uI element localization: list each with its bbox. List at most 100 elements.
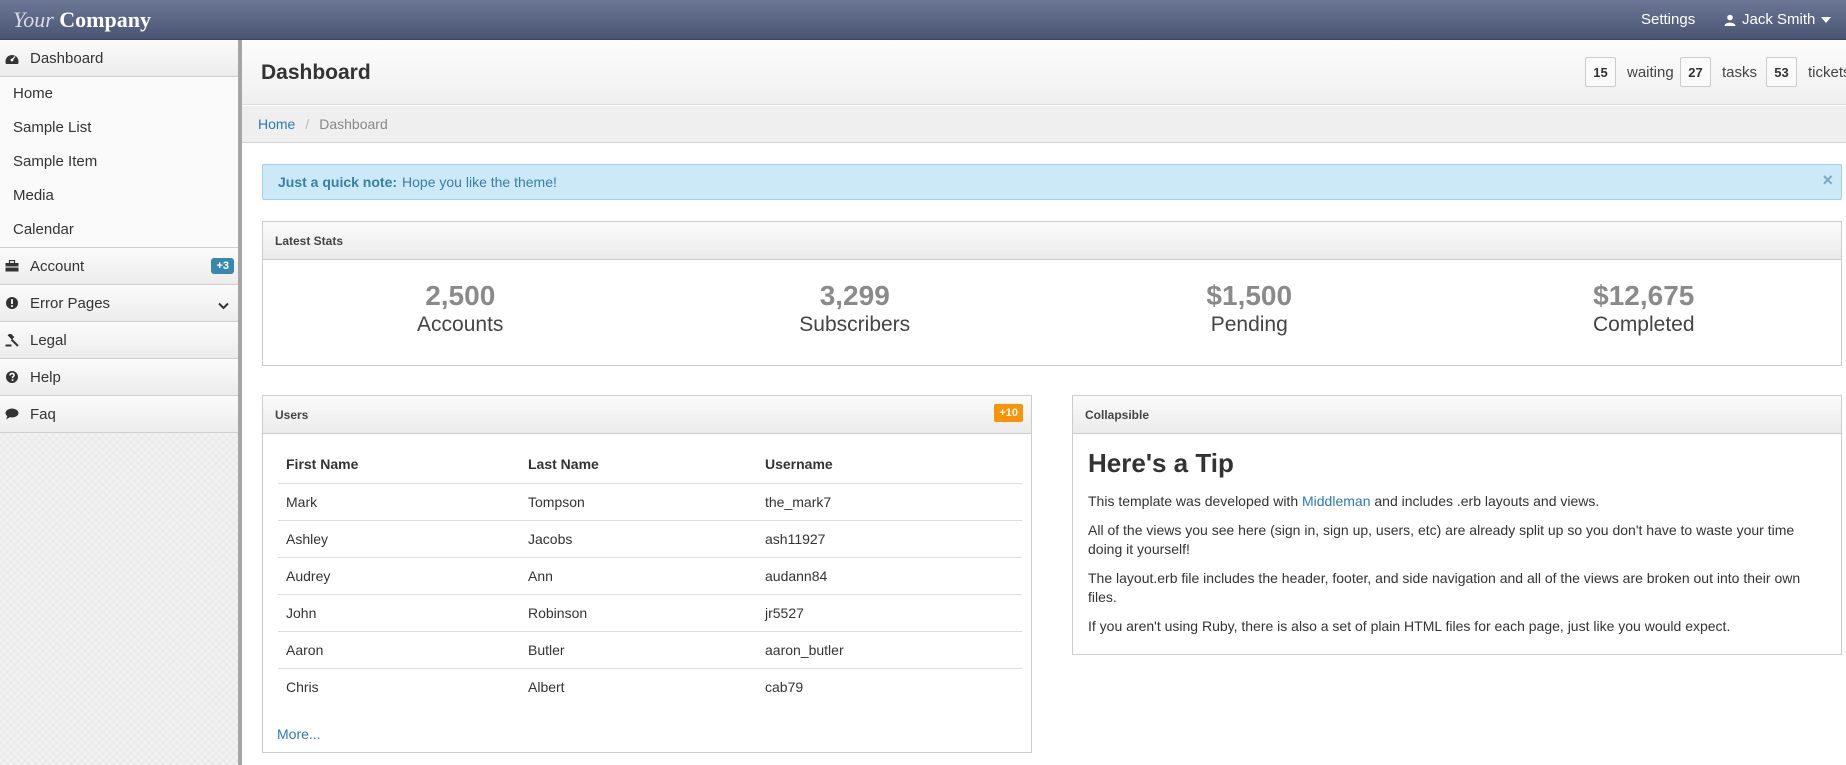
cell-username: cab79 — [765, 678, 804, 695]
briefcase-icon — [4, 258, 20, 274]
question-circle-icon — [4, 369, 20, 385]
sidebar-item-help[interactable]: Help — [0, 359, 241, 396]
stat-label: Pending — [1210, 313, 1288, 336]
column-header-username[interactable]: Username — [757, 446, 1022, 484]
breadcrumb-current: Dashboard — [319, 116, 388, 132]
stat-value: 2,500 — [425, 280, 496, 311]
stat-label: Accounts — [417, 313, 504, 336]
breadcrumb-separator: / — [305, 116, 310, 132]
users-panel: Users +10 First Name Last Name Username … — [262, 395, 1032, 753]
chevron-down-icon[interactable] — [218, 297, 229, 314]
column-header-first-name[interactable]: First Name — [278, 446, 520, 484]
table-header-row: First Name Last Name Username — [278, 446, 1022, 484]
panel-header: Users +10 — [263, 396, 1031, 434]
sidebar-subitem-media[interactable]: Media — [0, 179, 241, 213]
tip-text: and includes .erb layouts and views. — [1374, 493, 1600, 509]
sidebar-item-label: Legal — [30, 331, 67, 349]
gavel-icon — [4, 332, 20, 348]
cell-last-name: Robinson — [520, 594, 757, 632]
sidebar-item-account[interactable]: Account +3 — [0, 248, 241, 285]
exclamation-circle-icon — [4, 295, 20, 311]
user-icon — [1724, 14, 1736, 26]
tip-paragraph-1: This template was developed with Middlem… — [1088, 492, 1826, 511]
info-alert: Just a quick note: Hope you like the the… — [262, 164, 1842, 200]
stat-accounts: 2,500 Accounts — [263, 260, 658, 367]
cell-first-name: Mark — [278, 483, 520, 521]
panel-title: Latest Stats — [263, 222, 1841, 260]
tip-heading: Here's a Tip — [1088, 448, 1234, 478]
top-navbar: Your Company Settings Jack Smith — [0, 0, 1846, 40]
counter-value: 15 — [1585, 57, 1616, 87]
sidebar-item-error-pages[interactable]: Error Pages — [0, 285, 241, 322]
counter-label: waiting — [1627, 63, 1674, 81]
counter-waiting[interactable]: 15 waiting — [1585, 57, 1674, 87]
table-row[interactable]: Aaron Butler aaron_butler — [278, 631, 1022, 669]
cell-username: aaron_butler — [757, 631, 1022, 669]
brand-word-1: Your — [13, 7, 54, 32]
cell-last-name: Jacobs — [520, 520, 757, 558]
brand-word-2: Company — [59, 7, 151, 32]
cell-first-name: Audrey — [278, 557, 520, 595]
cell-last-name: Ann — [520, 557, 757, 595]
alert-text: Hope you like the theme! — [402, 174, 557, 190]
cell-username: ash11927 — [757, 520, 1022, 558]
breadcrumb-home-link[interactable]: Home — [258, 116, 295, 132]
counter-label: tasks — [1722, 63, 1758, 81]
table-row[interactable]: Chris Albert cab79 — [278, 668, 1022, 705]
stat-value: $1,500 — [1206, 280, 1293, 311]
tip-text: This template was developed with — [1088, 493, 1299, 509]
table-row[interactable]: Audrey Ann audann84 — [278, 557, 1022, 595]
brand-logo[interactable]: Your Company — [13, 7, 151, 33]
users-table: First Name Last Name Username Mark Tomps… — [278, 446, 1022, 705]
tip-paragraph-2: All of the views you see here (sign in, … — [1088, 522, 1795, 557]
page-title: Dashboard — [261, 61, 371, 84]
stat-completed: $12,675 Completed — [1447, 260, 1842, 367]
counter-value: 27 — [1680, 57, 1711, 87]
sidebar-item-label: Faq — [30, 405, 56, 423]
users-count-badge: +10 — [994, 404, 1023, 422]
sidebar-item-dashboard[interactable]: Dashboard — [0, 40, 241, 77]
middleman-link[interactable]: Middleman — [1302, 493, 1370, 509]
counter-value: 53 — [1766, 57, 1797, 87]
cell-first-name: John — [278, 594, 520, 632]
user-menu[interactable]: Jack Smith — [1724, 11, 1832, 28]
table-row[interactable]: Ashley Jacobs ash11927 — [278, 520, 1022, 558]
sidebar-item-label: Help — [30, 368, 61, 386]
cell-first-name: Chris — [286, 678, 319, 695]
table-row[interactable]: Mark Tompson the_mark7 — [278, 483, 1022, 521]
tip-body: Here's a Tip This template was developed… — [1073, 434, 1841, 636]
sidebar-item-legal[interactable]: Legal — [0, 322, 241, 359]
sidebar-divider — [238, 40, 242, 765]
sidebar-item-label: Error Pages — [30, 294, 111, 312]
cell-username: audann84 — [757, 557, 1022, 595]
alert-strong-text: Just a quick note: — [278, 174, 398, 190]
sidebar-subitem-sample-item[interactable]: Sample Item — [0, 145, 241, 179]
sidebar-subitem-home[interactable]: Home — [0, 77, 241, 111]
stat-pending: $1,500 Pending — [1052, 260, 1447, 367]
cell-last-name: Butler — [520, 631, 757, 669]
comment-icon — [4, 406, 20, 422]
settings-link[interactable]: Settings — [1641, 11, 1695, 28]
column-header-last-name[interactable]: Last Name — [520, 446, 757, 484]
table-row[interactable]: John Robinson jr5527 — [278, 594, 1022, 632]
dashboard-submenu: Home Sample List Sample Item Media Calen… — [0, 77, 241, 248]
stat-label: Completed — [1592, 313, 1695, 336]
latest-stats-panel: Latest Stats 2,500 Accounts 3,299 Subscr… — [262, 221, 1842, 366]
cell-first-name: Ashley — [278, 520, 520, 558]
sidebar-item-faq[interactable]: Faq — [0, 396, 241, 433]
tip-paragraph-4: If you aren't using Ruby, there is also … — [1088, 618, 1731, 634]
counter-tasks[interactable]: 27 tasks — [1680, 57, 1757, 87]
sidebar-subitem-sample-list[interactable]: Sample List — [0, 111, 241, 145]
close-icon[interactable]: × — [1822, 170, 1833, 191]
sidebar: Dashboard Home Sample List Sample Item M… — [0, 40, 241, 765]
panel-title[interactable]: Collapsible — [1073, 396, 1841, 434]
collapsible-panel: Collapsible Here's a Tip This template w… — [1072, 395, 1842, 655]
stats-row: 2,500 Accounts 3,299 Subscribers $1,500 … — [263, 260, 1841, 367]
cell-username: the_mark7 — [757, 483, 1022, 521]
sidebar-item-label: Account — [30, 257, 85, 275]
sidebar-subitem-calendar[interactable]: Calendar — [0, 213, 241, 247]
more-users-link[interactable]: More... — [277, 726, 321, 742]
counter-tickets[interactable]: 53 tickets — [1766, 57, 1846, 87]
stat-value: 3,299 — [819, 280, 890, 311]
page-header: Dashboard 15 waiting 27 tasks 53 tickets — [242, 40, 1846, 105]
